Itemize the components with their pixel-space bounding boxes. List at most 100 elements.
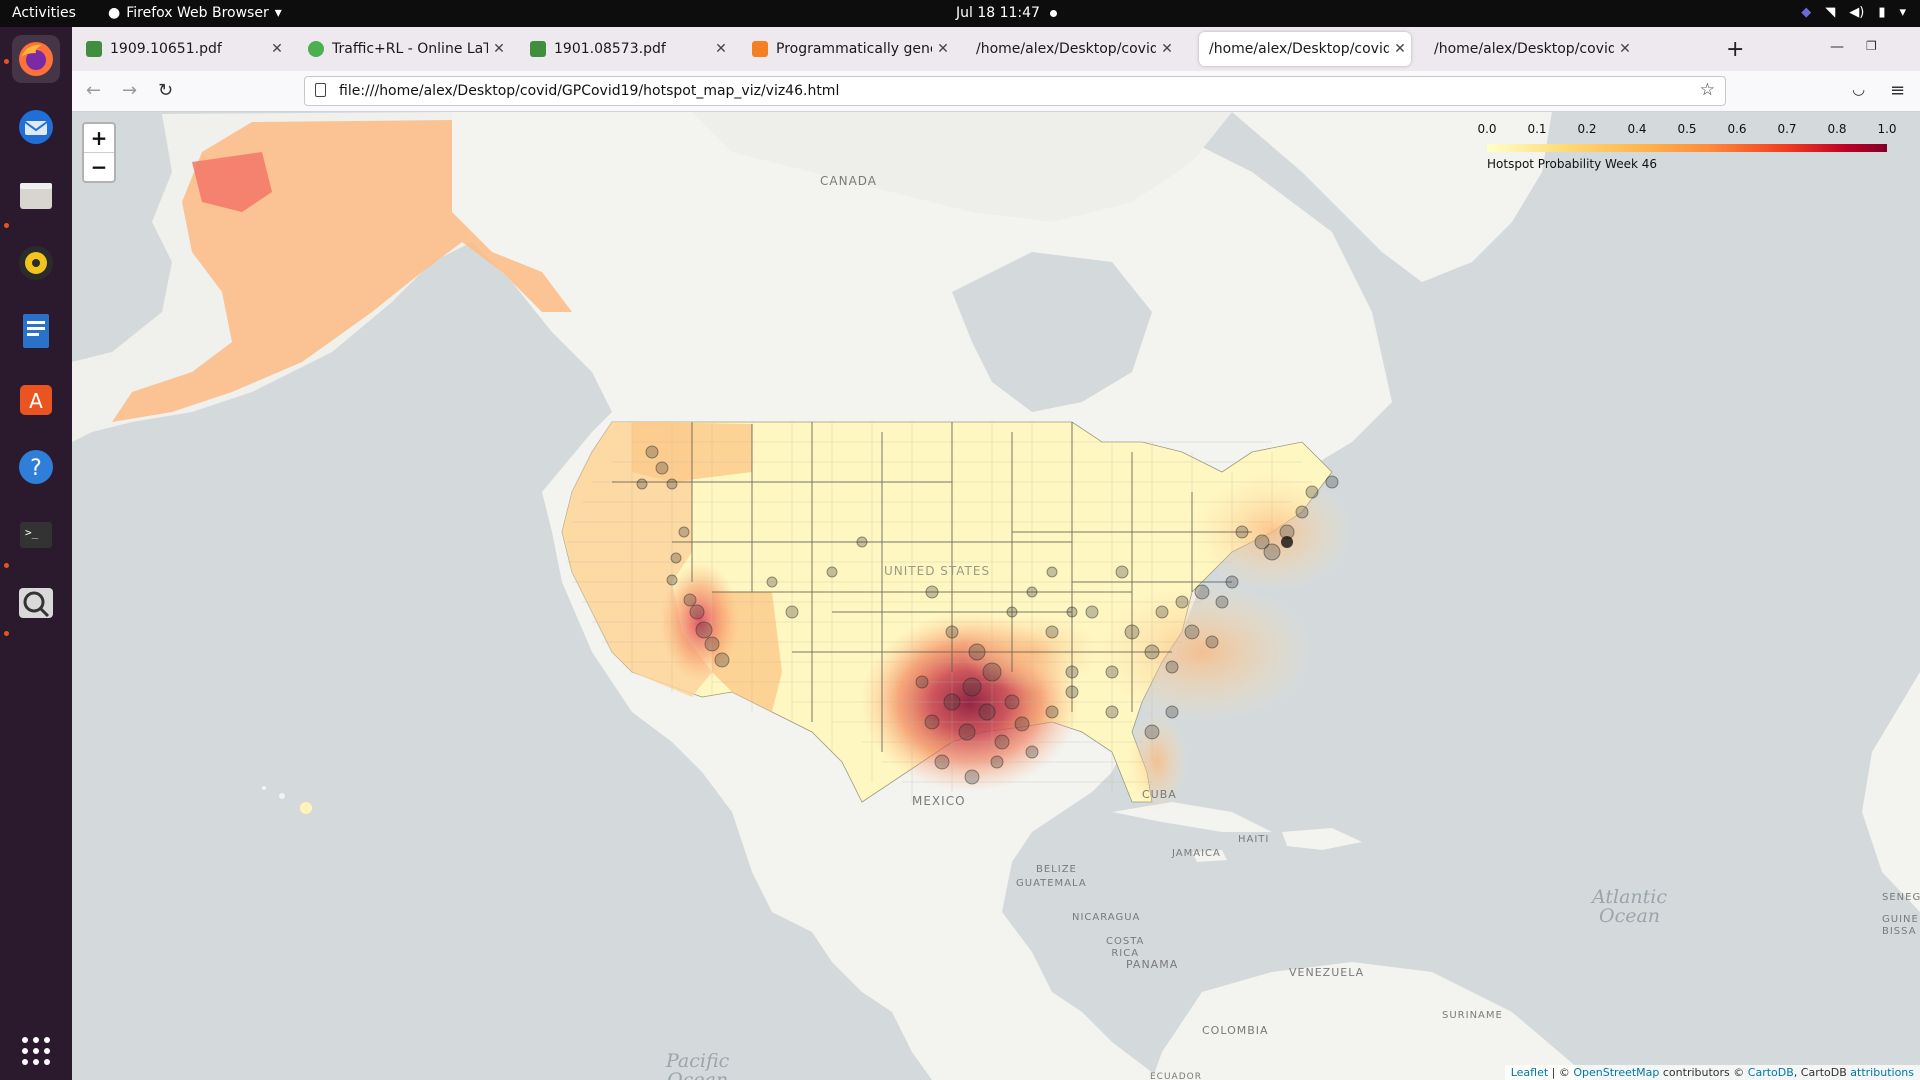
legend-tick: 0.1 xyxy=(1527,122,1547,136)
label-atlantic-ocean: Atlantic Ocean xyxy=(1592,886,1668,927)
svg-text:A: A xyxy=(29,389,43,413)
dock: A ? >_ xyxy=(0,27,72,1080)
tab-overleaf[interactable]: Traffic+RL - Online LaTeX ✕ xyxy=(298,32,510,66)
africa-land xyxy=(1862,672,1920,912)
running-indicator xyxy=(4,59,9,64)
wifi-icon: ◥ xyxy=(1825,5,1836,20)
zoom-in-button[interactable]: + xyxy=(84,124,114,152)
thunderbird-icon[interactable] xyxy=(12,103,60,151)
app-menu[interactable]: ● Firefox Web Browser ▾ xyxy=(108,5,282,21)
running-indicator xyxy=(4,223,9,228)
leaflet-link[interactable]: Leaflet xyxy=(1511,1066,1548,1079)
map-attribution: Leaflet | © OpenStreetMap contributors ©… xyxy=(1504,1065,1920,1080)
zoom-out-button[interactable]: − xyxy=(84,152,114,181)
tab-label: Programmatically genera xyxy=(776,41,932,57)
close-tab-icon[interactable]: ✕ xyxy=(1389,41,1411,57)
tab-local-file-active[interactable]: /home/alex/Desktop/covid/ ✕ xyxy=(1199,32,1411,66)
legend-tick: 0.5 xyxy=(1677,122,1697,136)
tab-1909-10651-pdf[interactable]: 1909.10651.pdf ✕ xyxy=(76,32,288,66)
navigation-toolbar: ← → ↻ ☆ ◡ ≡ xyxy=(72,71,1920,112)
rhythmbox-icon[interactable] xyxy=(12,239,60,287)
minimize-icon[interactable]: — xyxy=(1830,39,1844,55)
hispaniola-land xyxy=(1282,828,1362,850)
forward-arrow-icon[interactable]: → xyxy=(122,80,137,101)
label-united-states: UNITED STATES xyxy=(884,564,991,578)
hamburger-menu-icon[interactable]: ≡ xyxy=(1890,80,1905,101)
firefox-icon[interactable] xyxy=(12,35,60,83)
south-america-land xyxy=(1152,962,1592,1080)
writer-icon[interactable] xyxy=(12,307,60,355)
chevron-down-icon: ▾ xyxy=(274,5,282,21)
label-senegal: SENEG xyxy=(1882,892,1920,903)
label-haiti: HAITI xyxy=(1238,834,1270,845)
legend-tick: 1.0 xyxy=(1877,122,1897,136)
nyc-hotspot-marker xyxy=(1281,536,1293,548)
power-menu-icon: ▾ xyxy=(1899,5,1906,20)
terminal-icon[interactable]: >_ xyxy=(12,511,60,559)
app-grid-icon[interactable] xyxy=(12,1027,60,1075)
cartodb-link[interactable]: CartoDB xyxy=(1748,1066,1794,1079)
legend-tick: 0.4 xyxy=(1627,122,1647,136)
stackoverflow-favicon-icon xyxy=(752,41,768,57)
close-tab-icon[interactable]: ✕ xyxy=(932,41,954,57)
legend-tick: 0.0 xyxy=(1477,122,1497,136)
tab-local-file-1[interactable]: /home/alex/Desktop/covid/G ✕ xyxy=(966,32,1178,66)
help-icon[interactable]: ? xyxy=(12,443,60,491)
label-panama: PANAMA xyxy=(1126,958,1179,971)
software-icon[interactable]: A xyxy=(12,375,60,423)
tab-label: 1901.08573.pdf xyxy=(554,41,666,57)
label-nicaragua: NICARAGUA xyxy=(1072,912,1141,923)
volume-icon: ◀) xyxy=(1849,5,1865,20)
back-arrow-icon[interactable]: ← xyxy=(86,80,101,101)
svg-text:?: ? xyxy=(30,456,42,481)
running-indicator xyxy=(4,631,9,636)
activities-button[interactable]: Activities xyxy=(12,5,76,21)
battery-icon: ▮ xyxy=(1878,5,1886,20)
tab-strip: 1909.10651.pdf ✕ Traffic+RL - Online LaT… xyxy=(72,27,1920,71)
label-guinea-bissau: GUINE BISSA xyxy=(1882,914,1919,937)
clock[interactable]: Jul 18 11:47 xyxy=(956,5,1057,21)
tab-stackoverflow[interactable]: Programmatically genera ✕ xyxy=(742,32,954,66)
legend-tick: 0.6 xyxy=(1727,122,1747,136)
svg-text:>_: >_ xyxy=(25,526,39,539)
hawaii-island xyxy=(279,793,285,799)
close-tab-icon[interactable]: ✕ xyxy=(1614,41,1636,57)
close-tab-icon[interactable]: ✕ xyxy=(488,41,510,57)
label-colombia: COLOMBIA xyxy=(1202,1024,1269,1037)
app-menu-label: Firefox Web Browser xyxy=(126,5,269,21)
tab-local-file-2[interactable]: /home/alex/Desktop/covid/G ✕ xyxy=(1424,32,1636,66)
reload-icon[interactable]: ↻ xyxy=(158,80,173,101)
url-input[interactable] xyxy=(337,80,1681,102)
overleaf-favicon-icon xyxy=(308,41,324,57)
firefox-small-icon: ● xyxy=(108,5,121,21)
restore-icon[interactable]: ❐ xyxy=(1866,39,1877,53)
teams-icon[interactable]: ◆ xyxy=(1801,5,1811,20)
label-venezuela: VENEZUELA xyxy=(1289,966,1365,979)
system-tray[interactable]: ◆ ◥ ◀) ▮ ▾ xyxy=(1801,5,1906,20)
close-tab-icon[interactable]: ✕ xyxy=(266,41,288,57)
label-ecuador: ECUADOR xyxy=(1150,1072,1202,1080)
running-indicator xyxy=(4,563,9,568)
attribution-tail: , CartoDB xyxy=(1793,1066,1851,1079)
label-costa-rica: COSTA RICA xyxy=(1106,936,1145,959)
new-tab-button[interactable]: + xyxy=(1726,37,1744,62)
label-pacific-ocean: Pacific Ocean xyxy=(666,1050,730,1080)
tab-label: /home/alex/Desktop/covid/G xyxy=(1434,41,1614,57)
leaflet-map[interactable]: + − 0.0 0.1 0.2 0.4 0.5 0.6 0.7 0.8 1.0 … xyxy=(72,112,1920,1080)
files-icon[interactable] xyxy=(12,171,60,219)
legend-tick: 0.2 xyxy=(1577,122,1597,136)
tab-1901-08573-pdf[interactable]: 1901.08573.pdf ✕ xyxy=(520,32,732,66)
close-tab-icon[interactable]: ✕ xyxy=(1156,41,1178,57)
attributions-link[interactable]: attributions xyxy=(1850,1066,1914,1079)
legend-caption: Hotspot Probability Week 46 xyxy=(1487,157,1658,171)
notification-dot-icon xyxy=(1049,9,1057,17)
legend-tick: 0.7 xyxy=(1777,122,1797,136)
bookmark-star-icon[interactable]: ☆ xyxy=(1700,80,1715,100)
close-tab-icon[interactable]: ✕ xyxy=(710,41,732,57)
magnifier-icon[interactable] xyxy=(12,579,60,627)
pocket-icon[interactable]: ◡ xyxy=(1852,80,1865,98)
url-bar[interactable]: ☆ xyxy=(304,76,1726,106)
label-canada: CANADA xyxy=(820,174,878,188)
legend-tick: 0.8 xyxy=(1827,122,1847,136)
osm-link[interactable]: OpenStreetMap xyxy=(1573,1066,1659,1079)
